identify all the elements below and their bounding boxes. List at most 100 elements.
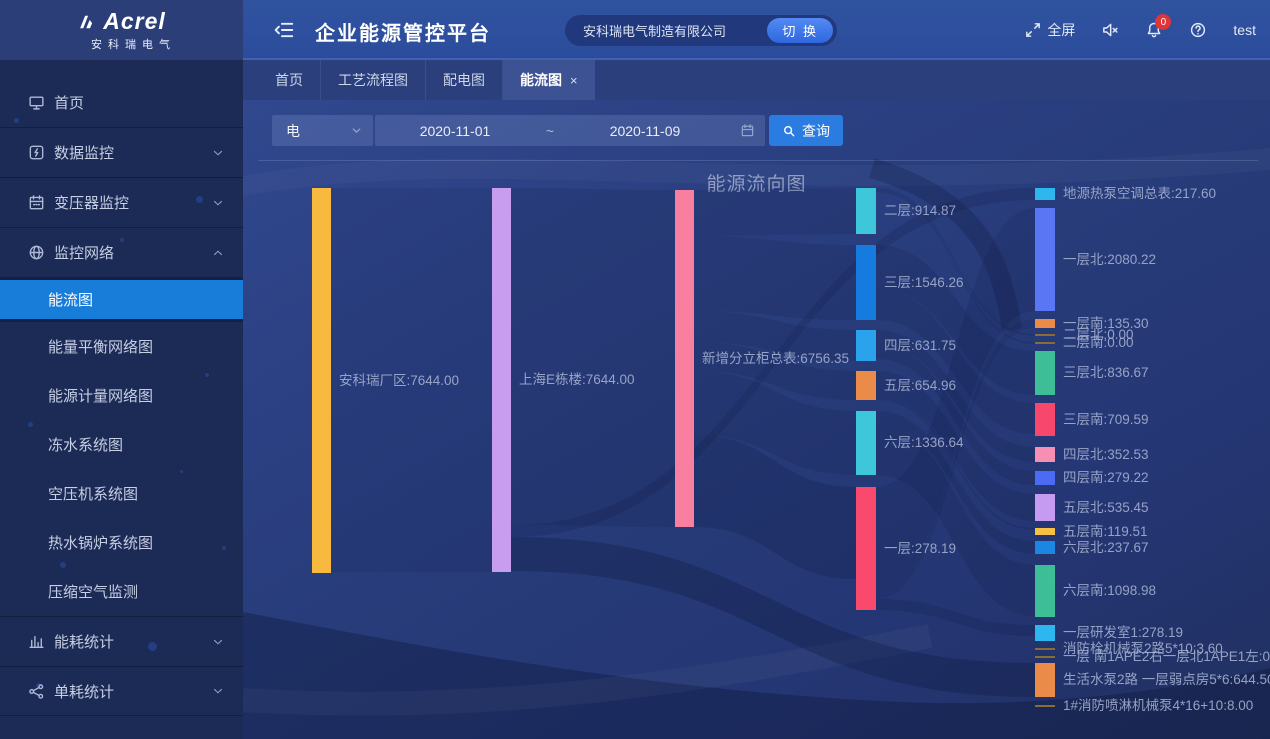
sidebar-item-compressed-air-monitoring[interactable]: 压缩空气监测 [0,567,243,616]
sankey-node-三层[interactable] [856,245,876,320]
page-title: 企业能源管控平台 [315,17,491,46]
sidebar-item-air-compressor-system[interactable]: 空压机系统图 [0,469,243,518]
tab-energy-flow-diagram[interactable]: 能流图 × [503,60,595,100]
sankey-node-六层北[interactable] [1035,541,1055,554]
fullscreen-button[interactable]: 全屏 [1024,20,1075,40]
mute-button[interactable] [1101,21,1119,39]
sidebar-item-label: 能源计量网络图 [48,385,153,406]
search-icon [782,124,796,138]
tab-process-flow-diagram[interactable]: 工艺流程图 [321,60,426,100]
date-separator: ~ [535,123,565,139]
sidebar-item-unit-consumption-stats[interactable]: 单耗统计 [0,666,243,716]
chart-title: 能源流向图 [243,169,1270,196]
sidebar-item-label: 压缩空气监测 [48,581,138,602]
sidebar-item-hot-water-boiler-system[interactable]: 热水锅炉系统图 [0,518,243,567]
tab-label: 配电图 [443,70,485,90]
tab-bar: 首页工艺流程图配电图 能流图 × [243,60,1270,100]
main-area: 企业能源管控平台 安科瑞电气制造有限公司 切 换 全屏 [243,0,1270,739]
sankey-node-1#消防喷淋机械泵4*16+10[interactable] [1035,705,1055,707]
notifications-button[interactable]: 0 [1145,21,1163,39]
chevron-down-icon [211,684,225,698]
energy-type-select[interactable]: 电 [272,115,373,146]
filter-divider [258,160,1258,161]
help-icon [1189,21,1207,39]
sidebar-item-label: 能流图 [48,289,93,310]
sankey-node-上海E栋楼[interactable] [492,188,511,572]
bar-chart-icon [28,633,45,650]
sidebar-item-monitoring-network[interactable]: 监控网络 [0,227,243,277]
date-range-picker[interactable]: 2020-11-01 ~ 2020-11-09 [375,115,765,146]
sankey-node-二层南[interactable] [1035,342,1055,344]
sankey-node-二层北[interactable] [1035,334,1055,336]
sidebar-item-energy-metering-network[interactable]: 能源计量网络图 [0,371,243,420]
data-monitor-icon [28,144,45,161]
sankey-node-安科瑞厂区[interactable] [312,188,331,573]
share-nodes-icon [28,683,45,700]
sankey-node-一层北[interactable] [1035,208,1055,311]
filter-bar: 电 2020-11-01 ~ 2020-11-09 [243,100,1270,160]
sankey-node-生活水泵2路 一层弱点房5*6[interactable] [1035,663,1055,697]
sankey-node-地源热泵空调总表[interactable] [1035,188,1055,200]
sidebar-item-energy-flow[interactable]: 能流图 [0,277,243,322]
sidebar-item-label: 单耗统计 [54,681,114,702]
sidebar: Acrel 安科瑞电气 首页数据监控变压器监控监控网络能流图能量平衡网络图能源计… [0,0,243,739]
acrel-logo-icon [77,12,97,32]
sankey-node-三层南[interactable] [1035,403,1055,436]
sidebar-item-label: 能量平衡网络图 [48,336,153,357]
sidebar-item-label: 空压机系统图 [48,483,138,504]
date-start: 2020-11-01 [375,123,535,139]
sankey-node-四层南[interactable] [1035,471,1055,485]
sankey-node-五层[interactable] [856,371,876,400]
sidebar-item-label: 监控网络 [54,242,114,263]
chevron-down-icon [211,146,225,160]
sidebar-item-energy-consumption-stats[interactable]: 能耗统计 [0,616,243,666]
sidebar-item-transformer-monitoring[interactable]: 变压器监控 [0,177,243,227]
sankey-node-一层 南1APE2右一层北1APE1左[interactable] [1035,656,1055,658]
sankey-node-四层北[interactable] [1035,447,1055,462]
tab-label: 能流图 [520,70,562,90]
sankey-node-四层[interactable] [856,330,876,361]
brand-name: Acrel [103,8,166,35]
username: test [1233,22,1256,38]
tab-home[interactable]: 首页 [258,60,321,100]
date-end: 2020-11-09 [565,123,725,139]
sidebar-item-label: 热水锅炉系统图 [48,532,153,553]
tab-power-distribution-diagram[interactable]: 配电图 [426,60,503,100]
fullscreen-label: 全屏 [1047,20,1075,40]
sidebar-menu: 首页数据监控变压器监控监控网络能流图能量平衡网络图能源计量网络图冻水系统图空压机… [0,60,243,716]
sankey-node-新增分立柜总表[interactable] [675,190,694,527]
sankey-node-消防栓机械泵2路5*10[interactable] [1035,648,1055,650]
query-label: 查询 [802,121,830,141]
sidebar-item-label: 能耗统计 [54,631,114,652]
home-icon [28,94,45,111]
energy-type-value: 电 [286,121,300,141]
sidebar-item-chilled-water-system[interactable]: 冻水系统图 [0,420,243,469]
close-icon[interactable]: × [570,73,578,88]
switch-company-button[interactable]: 切 换 [767,18,833,43]
sidebar-item-data-monitoring[interactable]: 数据监控 [0,127,243,177]
query-button[interactable]: 查询 [769,115,843,146]
company-name: 安科瑞电气制造有限公司 [565,21,767,40]
sankey-node-一层[interactable] [856,487,876,610]
sankey-node-六层南[interactable] [1035,565,1055,617]
collapse-menu-icon[interactable] [273,19,295,41]
network-icon [28,244,45,261]
sankey-node-六层[interactable] [856,411,876,475]
header-actions: 全屏 0 [1024,0,1256,60]
sankey-node-一层研发室1[interactable] [1035,625,1055,641]
sankey-node-五层北[interactable] [1035,494,1055,521]
company-selector[interactable]: 安科瑞电气制造有限公司 切 换 [565,15,837,46]
sidebar-item-home[interactable]: 首页 [0,77,243,127]
sidebar-item-label: 变压器监控 [54,192,129,213]
transformer-icon [28,194,45,211]
sankey-node-一层南[interactable] [1035,319,1055,328]
sidebar-item-energy-balance-network[interactable]: 能量平衡网络图 [0,322,243,371]
sankey-node-三层北[interactable] [1035,351,1055,395]
calendar-icon [740,123,755,138]
user-menu[interactable]: test [1233,22,1256,38]
help-button[interactable] [1189,21,1207,39]
chevron-down-icon [350,124,363,137]
sankey-node-五层南[interactable] [1035,528,1055,535]
chevron-down-icon [211,635,225,649]
sankey-node-二层[interactable] [856,188,876,234]
